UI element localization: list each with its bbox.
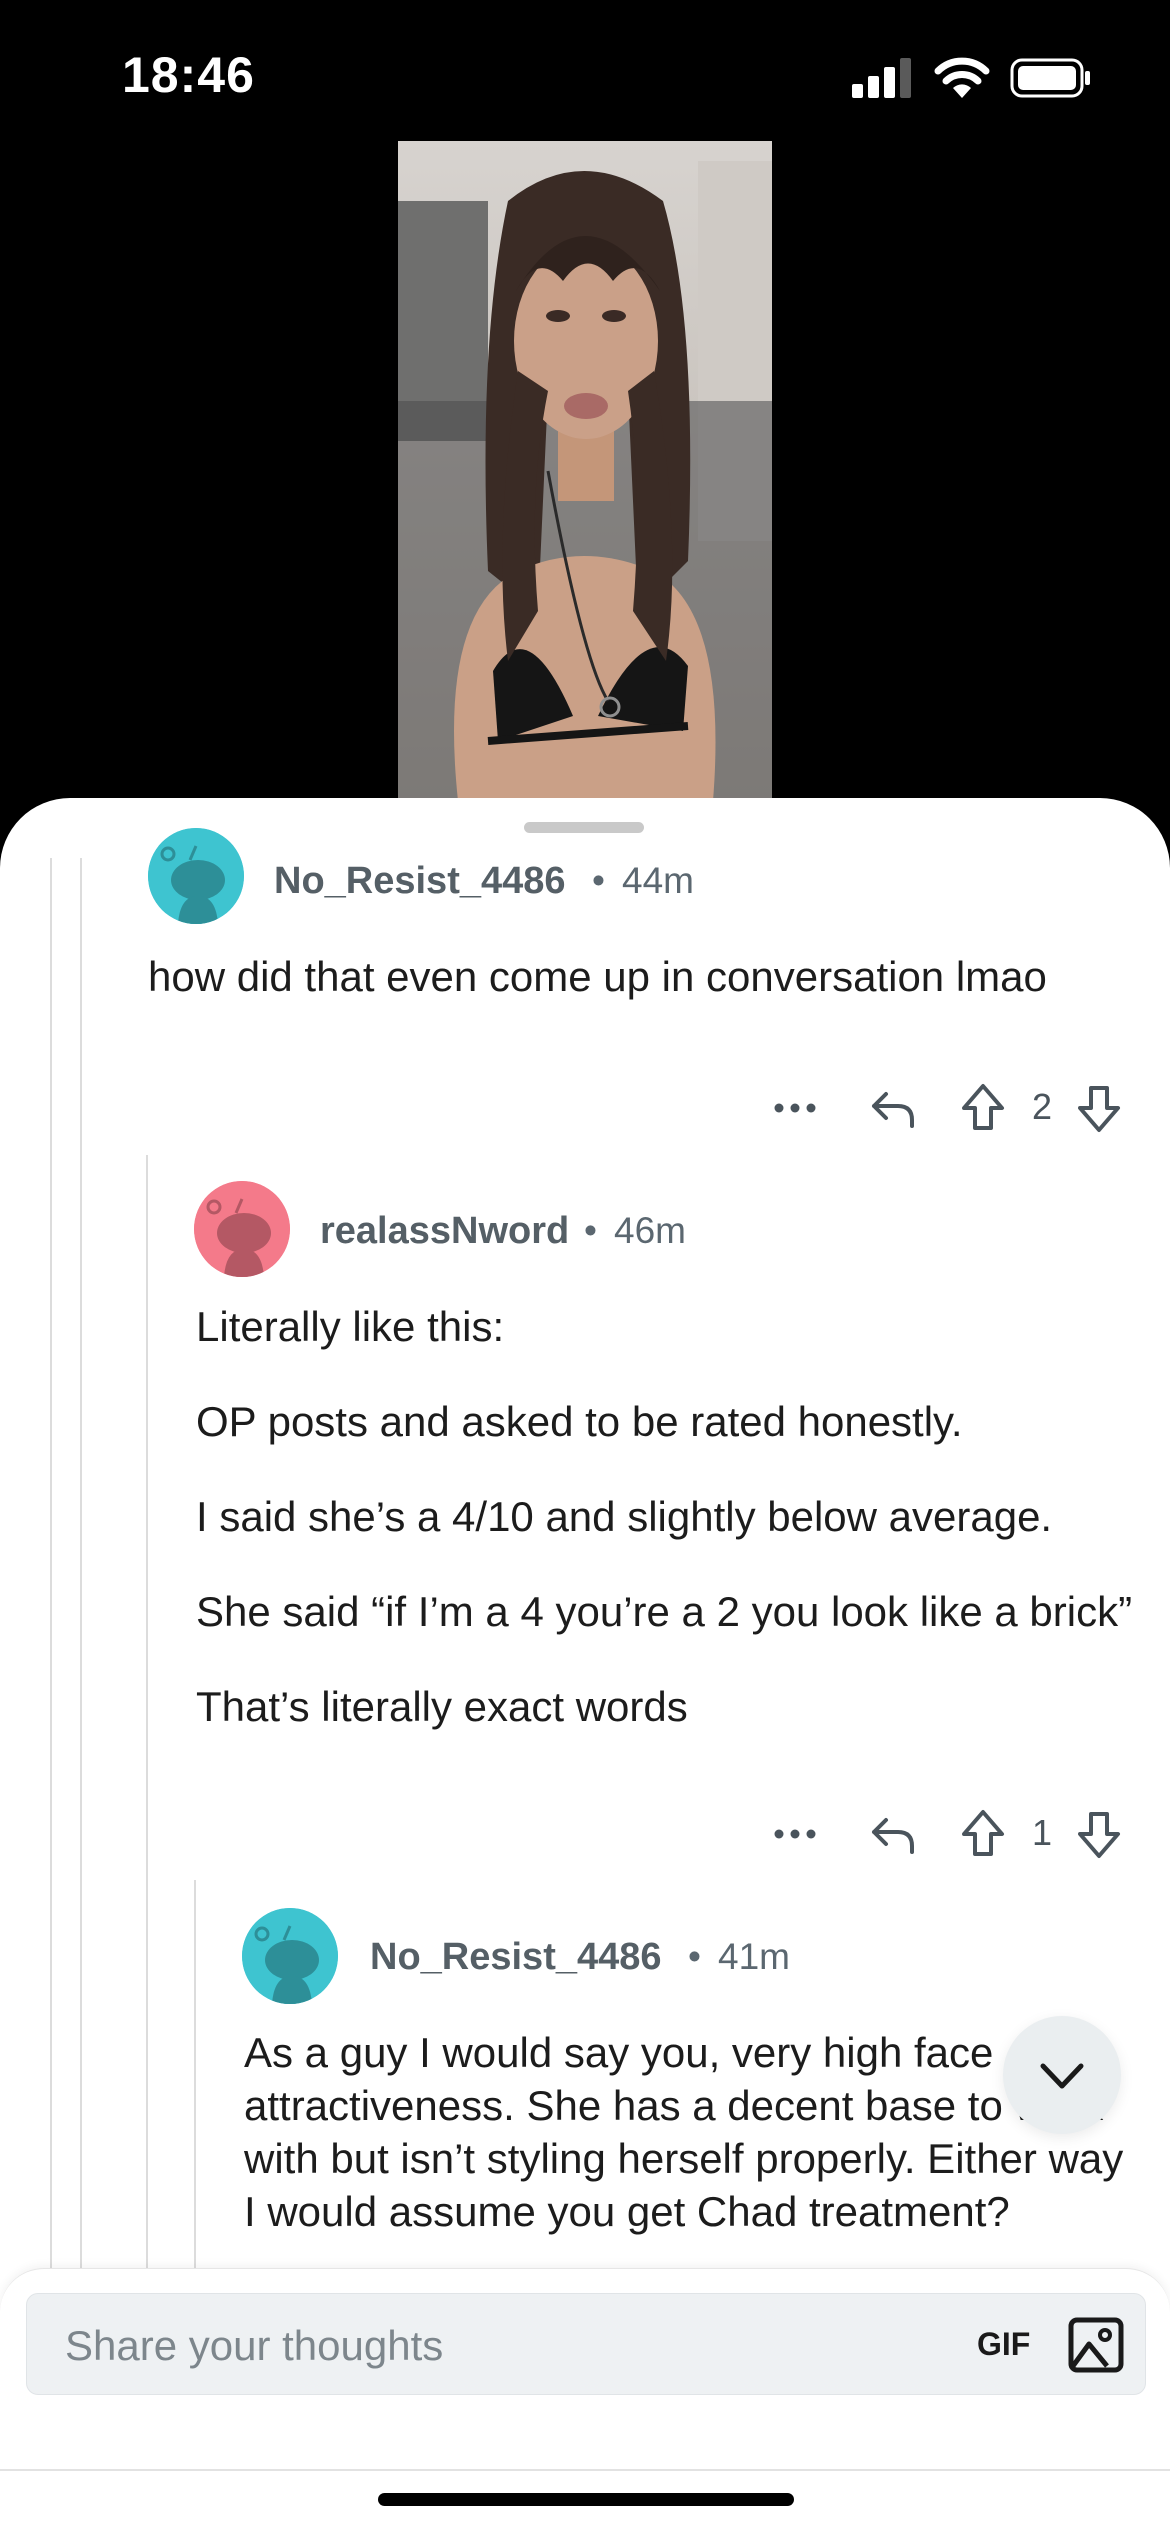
home-indicator[interactable] <box>378 2493 794 2506</box>
reply-icon[interactable] <box>868 1078 918 1138</box>
comment-paragraph: OP posts and asked to be rated honestly. <box>196 1398 963 1445</box>
comment-body: As a guy I would say you, very high face… <box>244 2026 1124 2238</box>
comment-paragraph: She said “if I’m a 4 you’re a 2 you look… <box>196 1588 1133 1635</box>
comment-actions: 2 <box>770 1078 1130 1138</box>
comments-sheet: No_Resist_4486 • 44m how did that even c… <box>0 798 1170 2532</box>
comment-placeholder: Share your thoughts <box>65 2322 444 2369</box>
reply-icon[interactable] <box>868 1804 918 1864</box>
post-image-illustration <box>398 141 772 801</box>
thread-line[interactable] <box>80 858 82 2268</box>
signal-icon <box>852 58 911 98</box>
comment-paragraph: I said she’s a 4/10 and slightly below a… <box>196 1493 1053 1540</box>
battery-icon <box>1010 58 1090 98</box>
comment-age: 44m <box>622 860 694 901</box>
upvote-icon[interactable] <box>958 1804 1008 1864</box>
thread-line[interactable] <box>50 858 52 2268</box>
status-bar: 18:46 <box>0 0 1170 150</box>
comment-age: 41m <box>718 1936 790 1977</box>
post-media-image[interactable] <box>398 141 772 801</box>
gif-button[interactable]: GIF <box>977 2326 1030 2363</box>
downvote-icon[interactable] <box>1074 1804 1124 1864</box>
comment-paragraph: That’s literally exact words <box>196 1683 688 1730</box>
thread-line[interactable] <box>194 1880 196 2268</box>
comment-input[interactable]: Share your thoughts GIF <box>26 2293 1146 2395</box>
comment-username[interactable]: No_Resist_4486 <box>370 1936 662 1979</box>
comment-actions: 1 <box>770 1804 1130 1864</box>
comment-username[interactable]: No_Resist_4486 <box>274 860 566 903</box>
avatar[interactable] <box>194 1181 290 1277</box>
comment-separator: • <box>584 1210 597 1251</box>
comment-paragraph: Literally like this: <box>196 1303 505 1350</box>
comment-body: Literally like this: OP posts and asked … <box>196 1300 1136 1775</box>
comment-separator: • <box>592 860 605 901</box>
chevron-down-icon <box>1040 2063 1084 2089</box>
upvote-icon[interactable] <box>958 1078 1008 1138</box>
snoo-avatar-icon <box>194 1181 290 1277</box>
comment-age: 46m <box>614 1210 686 1251</box>
more-dots-icon[interactable] <box>770 1078 820 1138</box>
composer-divider <box>0 2469 1170 2471</box>
comment-paragraph: how did that even come up in conversatio… <box>148 953 1047 1000</box>
image-icon[interactable] <box>1067 2316 1125 2374</box>
avatar[interactable] <box>148 828 244 924</box>
comment-body: how did that even come up in conversatio… <box>148 950 1068 1003</box>
wifi-icon <box>934 57 990 98</box>
vote-count: 1 <box>1032 1812 1053 1853</box>
snoo-avatar-icon <box>148 828 244 924</box>
comment-paragraph: As a guy I would say you, very high face… <box>244 2029 1124 2235</box>
status-time: 18:46 <box>122 47 255 103</box>
vote-count: 2 <box>1032 1086 1053 1127</box>
more-dots-icon[interactable] <box>770 1804 820 1864</box>
comment-separator: • <box>688 1936 701 1977</box>
comment-username[interactable]: realassNword <box>320 1210 569 1253</box>
downvote-icon[interactable] <box>1074 1078 1124 1138</box>
comment-list: No_Resist_4486 • 44m how did that even c… <box>0 798 1170 2268</box>
avatar[interactable] <box>242 1908 338 2004</box>
scroll-down-button[interactable] <box>1003 2016 1121 2134</box>
thread-line[interactable] <box>146 1155 148 2268</box>
snoo-avatar-icon <box>242 1908 338 2004</box>
